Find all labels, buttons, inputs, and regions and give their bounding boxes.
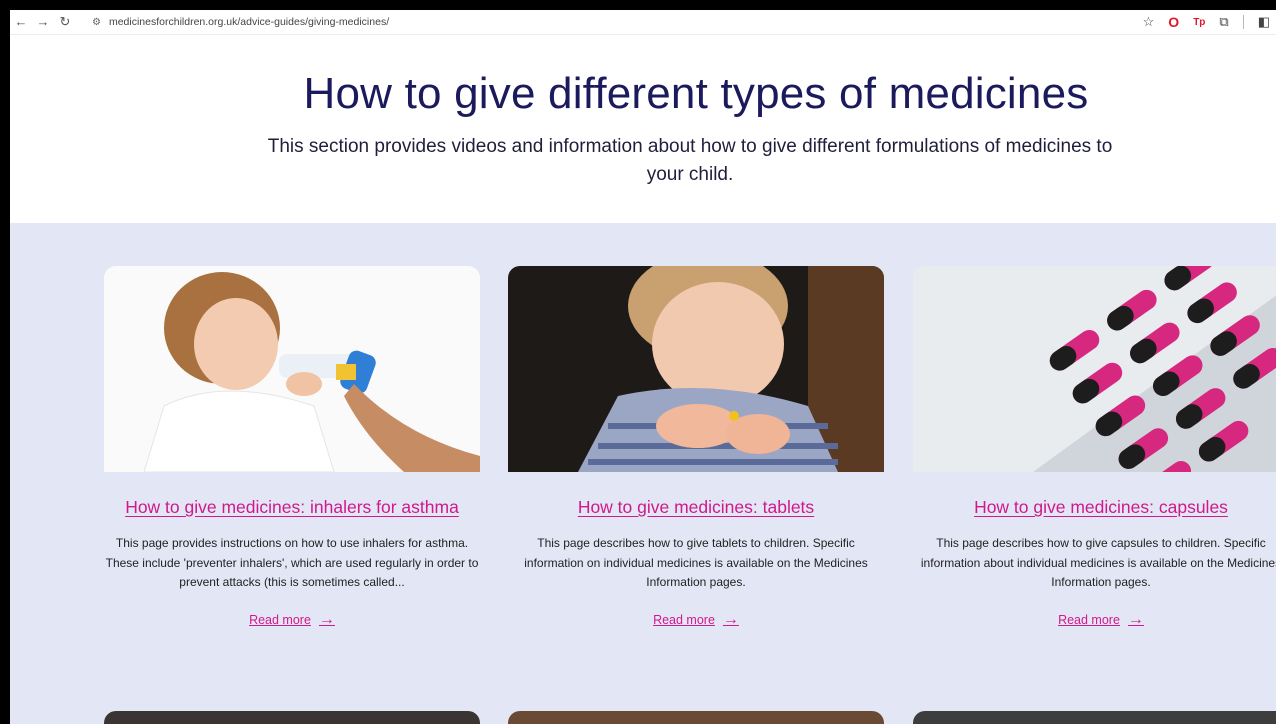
back-icon[interactable]: ← [10,10,32,34]
card-description: This page describes how to give capsules… [920,536,1276,589]
next-card-image-3[interactable] [913,711,1276,724]
bookmark-star-icon[interactable]: ☆ [1143,14,1155,30]
capsule-blister-photo [913,266,1276,472]
card-tablets: How to give medicines: tablets This page… [508,266,884,629]
browser-window: ← → ↻ ⚙ medicinesforchildren.org.uk/advi… [10,10,1276,724]
read-more-link[interactable]: Read more → [1058,611,1144,629]
page-subtitle: This section provides videos and informa… [267,136,1113,185]
address-bar[interactable]: ⚙ medicinesforchildren.org.uk/advice-gui… [92,12,1092,32]
card-title-link[interactable]: How to give medicines: inhalers for asth… [104,494,480,520]
card-image-inhaler[interactable] [104,266,480,472]
page-header: How to give different types of medicines… [10,35,1276,223]
card-image-capsules[interactable] [913,266,1276,472]
card-description: This page describes how to give tablets … [524,536,868,589]
site-info-icon[interactable]: ⚙ [92,17,101,28]
forward-icon[interactable]: → [32,10,54,34]
reload-icon[interactable]: ↻ [54,10,76,34]
arrow-right-icon: → [318,610,335,628]
url-text[interactable]: medicinesforchildren.org.uk/advice-guide… [109,16,389,28]
page-title: How to give different types of medicines [303,69,1089,118]
arrow-right-icon: → [722,610,739,628]
arrow-right-icon: → [1127,610,1144,628]
card-title-link[interactable]: How to give medicines: capsules [913,494,1276,520]
sidebar-panel-icon[interactable]: ◧ [1258,14,1270,30]
guides-grid: How to give medicines: inhalers for asth… [10,223,1276,724]
read-more-link[interactable]: Read more → [249,611,335,629]
read-more-label: Read more [249,612,311,627]
card-image-tablets[interactable] [508,266,884,472]
next-card-image-2[interactable] [508,711,884,724]
child-tablet-photo [508,266,884,472]
read-more-link[interactable]: Read more → [653,611,739,629]
toolbar-divider [1242,15,1244,29]
extensions-puzzle-icon[interactable]: ⧉ [1219,14,1228,30]
card-description: This page provides instructions on how t… [105,536,479,589]
extension-tp-icon[interactable]: Tp [1193,17,1205,28]
read-more-label: Read more [653,612,715,627]
read-more-label: Read more [1058,612,1120,627]
child-inhaler-photo [104,266,480,472]
opera-icon[interactable]: O [1168,14,1179,30]
card-inhalers: How to give medicines: inhalers for asth… [104,266,480,629]
next-card-image-1[interactable] [104,711,480,724]
browser-extensions: ☆ O Tp ⧉ ◧ [1143,10,1270,34]
browser-toolbar: ← → ↻ ⚙ medicinesforchildren.org.uk/advi… [10,10,1276,35]
card-capsules: How to give medicines: capsules This pag… [913,266,1276,629]
card-title-link[interactable]: How to give medicines: tablets [508,494,884,520]
